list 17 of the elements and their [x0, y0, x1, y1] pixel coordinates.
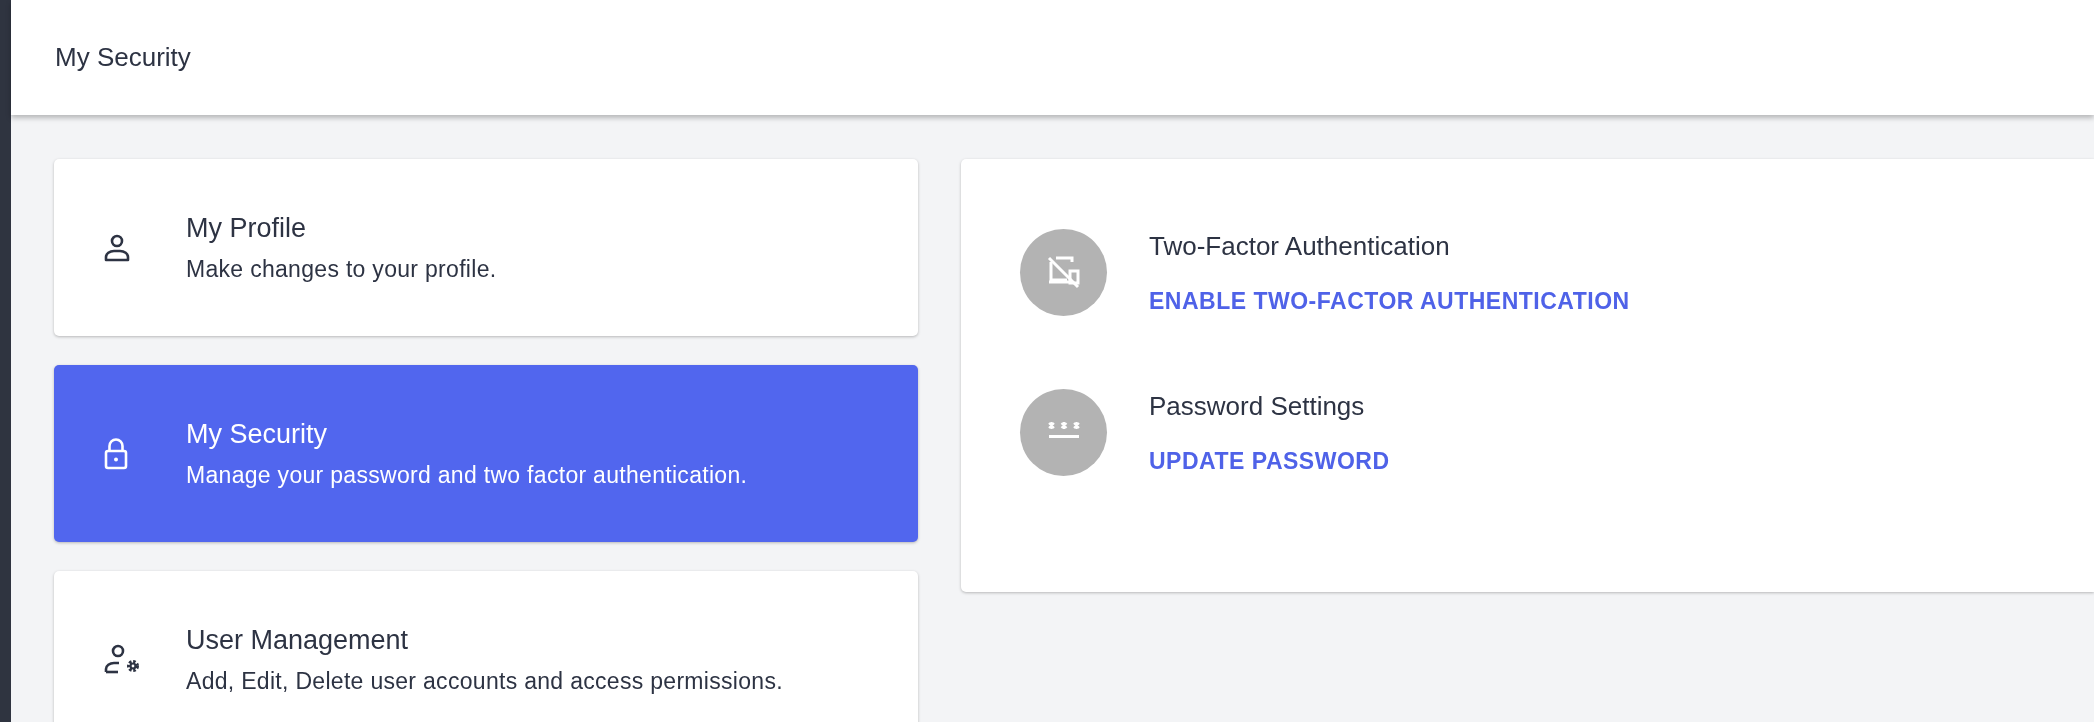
- menu-card[interactable]: User Management Add, Edit, Delete user accounts and access permissions.: [54, 571, 918, 722]
- setting-title: Password Settings: [1149, 390, 1366, 422]
- card-title: My Security: [186, 418, 329, 450]
- card-description: Add, Edit, Delete user accounts and access permissions.: [186, 667, 783, 695]
- card-title: User Management: [186, 624, 410, 656]
- card-description: Manage your password and two factor authentication.: [186, 461, 748, 489]
- action-link[interactable]: ENABLE TWO-FACTOR AUTHENTICATION: [1149, 287, 1630, 315]
- menu-card[interactable]: My Security Manage your password and two factor authentication.: [54, 365, 918, 542]
- card-description: Make changes to your profile.: [186, 255, 497, 283]
- menu-card[interactable]: My Profile Make changes to your profile.: [54, 159, 918, 336]
- card-title: My Profile: [186, 212, 308, 244]
- lock-icon: [104, 437, 128, 470]
- user-settings-icon: [104, 643, 142, 676]
- person-icon: [104, 233, 130, 262]
- setting-title: Two-Factor Authentication: [1149, 230, 1451, 262]
- action-link[interactable]: UPDATE PASSWORD: [1149, 447, 1390, 475]
- page-title: My Security: [55, 42, 191, 73]
